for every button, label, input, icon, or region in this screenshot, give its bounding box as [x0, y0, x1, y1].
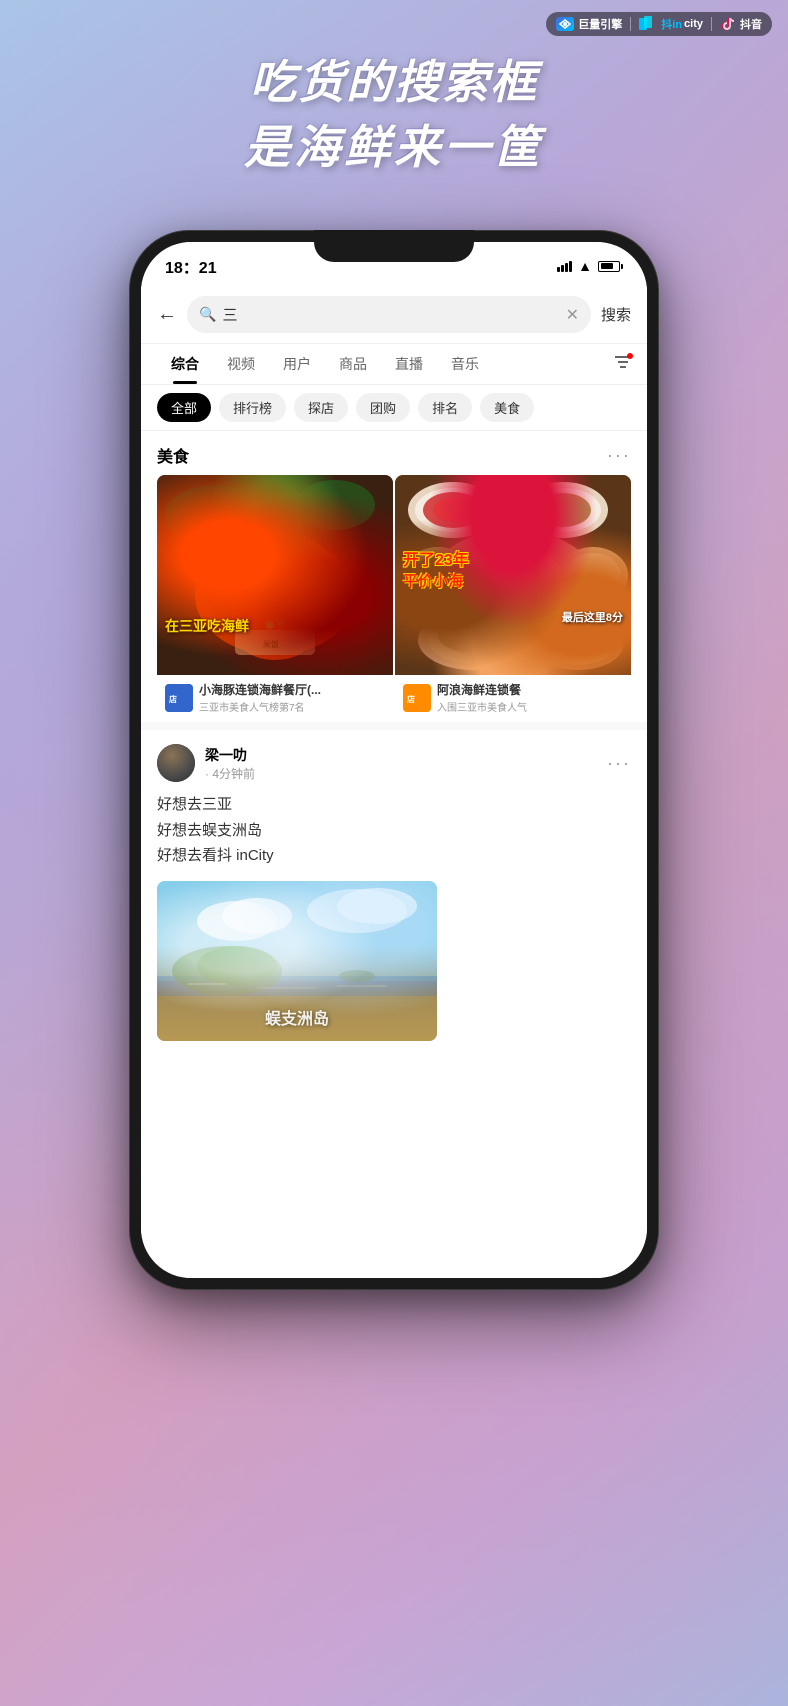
phone-outer: 18：21 ▲ [129, 230, 659, 1290]
wifi-icon: ▲ [578, 258, 592, 274]
post-line3: 好想去看抖 inCity [157, 843, 631, 869]
section-header: 美食 ··· [141, 431, 647, 475]
post-time: · 4分钟前 [205, 765, 597, 782]
video-right-text: 阿浪海鲜连锁餐 入围三亚市美食人气 [437, 681, 623, 714]
video-left-subtitle: 三亚市美食人气榜第7名 [199, 699, 385, 714]
video-right-overlay-small: 最后这里8分 [562, 611, 623, 625]
search-input[interactable]: 三 [222, 304, 559, 325]
top-logos-bar: 巨量引擎 抖in city 抖音 [546, 12, 772, 36]
tab-商品[interactable]: 商品 [325, 344, 381, 384]
search-icon: 🔍 [199, 306, 216, 323]
svg-text:店: 店 [169, 694, 177, 704]
video-left-info: 店 小海豚连锁海鲜餐厅(... 三亚市美食人气榜第7名 [157, 675, 393, 720]
video-card-left[interactable]: 米饭 在三亚吃海鲜 店 [157, 475, 393, 720]
shop-avatar-right: 店 [403, 684, 431, 712]
app-content: ← 🔍 三 ✕ 搜索 综合 视频 用户 商品 直播 音乐 [141, 286, 647, 1278]
video-right-subtitle: 入围三亚市美食人气 [437, 699, 623, 714]
battery-icon [598, 261, 623, 272]
filter-chip-探店[interactable]: 探店 [294, 393, 348, 422]
hero-line1: 吃货的搜索框 [0, 55, 788, 110]
content-area: 美食 ··· [141, 431, 647, 1055]
video-thumbnail-left: 米饭 在三亚吃海鲜 [157, 475, 393, 675]
shop-avatar-left: 店 [165, 684, 193, 712]
giant-engine-logo: 巨量引擎 [556, 16, 622, 32]
sub-filters-bar: 全部 排行榜 探店 团购 排名 美食 [141, 385, 647, 431]
post-line1: 好想去三亚 [157, 792, 631, 818]
search-bar[interactable]: 🔍 三 ✕ [187, 296, 591, 333]
post-line2: 好想去蜈支洲岛 [157, 818, 631, 844]
hero-line2: 是海鲜来一筐 [0, 118, 788, 178]
signal-bar-4 [569, 261, 572, 272]
douyin-label: 抖音 [740, 16, 762, 32]
signal-bar-1 [557, 267, 560, 272]
giant-icon [556, 17, 574, 31]
svg-text:店: 店 [407, 694, 415, 704]
logo-divider-2 [711, 17, 712, 31]
video-right-info: 店 阿浪海鲜连锁餐 入围三亚市美食人气 [395, 675, 631, 720]
search-clear-button[interactable]: ✕ [566, 305, 579, 325]
tab-音乐[interactable]: 音乐 [437, 344, 493, 384]
incity-de: 抖in [661, 16, 682, 32]
incity-logo: 抖in city [639, 16, 703, 32]
logo-divider-1 [630, 17, 631, 31]
post-section: 梁一叻 · 4分钟前 ··· 好想去三亚 好想去蜈支洲岛 好想去看抖 inCit… [141, 730, 647, 1055]
tab-直播[interactable]: 直播 [381, 344, 437, 384]
filter-chip-团购[interactable]: 团购 [356, 393, 410, 422]
post-image-text: 蜈支洲岛 [265, 1005, 329, 1029]
battery-fill [601, 263, 614, 269]
tab-视频[interactable]: 视频 [213, 344, 269, 384]
search-header: ← 🔍 三 ✕ 搜索 [141, 286, 647, 344]
filter-chip-美食[interactable]: 美食 [480, 393, 534, 422]
incity-city: city [684, 18, 703, 30]
lobster-image: 米饭 [157, 475, 393, 675]
video-thumbnail-right: 开了23年 平价小海 最后这里8分 [395, 475, 631, 675]
battery-body [598, 261, 620, 272]
post-image: 蜈支洲岛 [157, 881, 437, 1041]
filter-chip-排名[interactable]: 排名 [418, 393, 472, 422]
phone-notch [314, 230, 474, 262]
section-title: 美食 [157, 443, 189, 467]
post-user-info: 梁一叻 · 4分钟前 [205, 745, 597, 782]
filter-chip-排行榜[interactable]: 排行榜 [219, 393, 286, 422]
post-username: 梁一叻 [205, 745, 597, 765]
filter-button[interactable] [615, 355, 631, 374]
post-more-button[interactable]: ··· [607, 753, 631, 774]
filter-dot-badge [627, 353, 633, 359]
signal-bars-icon [557, 261, 572, 272]
signal-bar-3 [565, 263, 568, 272]
filter-chip-全部[interactable]: 全部 [157, 393, 211, 422]
signal-bar-2 [561, 265, 564, 272]
tab-综合[interactable]: 综合 [157, 344, 213, 384]
section-more-button[interactable]: ··· [607, 445, 631, 466]
video-right-overlay: 开了23年 平价小海 [403, 551, 469, 591]
tab-bar: 综合 视频 用户 商品 直播 音乐 [141, 344, 647, 385]
giant-label: 巨量引擎 [578, 16, 622, 32]
hero-section: 吃货的搜索框 是海鲜来一筐 [0, 55, 788, 178]
phone-mockup: 18：21 ▲ [129, 230, 659, 1290]
phone-inner: 18：21 ▲ [141, 242, 647, 1278]
tab-用户[interactable]: 用户 [269, 344, 325, 384]
post-content: 好想去三亚 好想去蜈支洲岛 好想去看抖 inCity [157, 792, 631, 869]
douyin-logo: 抖音 [720, 16, 762, 32]
user-avatar [157, 744, 195, 782]
post-header: 梁一叻 · 4分钟前 ··· [157, 744, 631, 782]
search-submit-button[interactable]: 搜索 [601, 304, 631, 325]
video-left-text: 小海豚连锁海鲜餐厅(... 三亚市美食人气榜第7名 [199, 681, 385, 714]
video-card-right[interactable]: 开了23年 平价小海 最后这里8分 [395, 475, 631, 720]
video-left-overlay: 在三亚吃海鲜 [165, 617, 249, 635]
post-time-value: 4分钟前 [212, 767, 255, 781]
video-grid: 米饭 在三亚吃海鲜 店 [141, 475, 647, 722]
back-button[interactable]: ← [157, 303, 177, 326]
status-icons: ▲ [557, 258, 623, 274]
svg-text:米饭: 米饭 [262, 639, 279, 649]
video-left-title: 小海豚连锁海鲜餐厅(... [199, 681, 385, 698]
status-time: 18：21 [165, 254, 217, 278]
video-right-title: 阿浪海鲜连锁餐 [437, 681, 623, 698]
battery-tip [621, 264, 623, 269]
